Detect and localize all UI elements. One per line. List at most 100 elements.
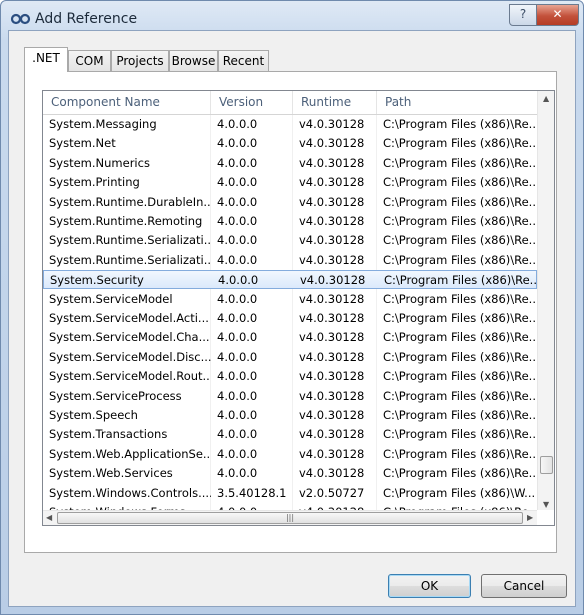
cell-path: C:\Program Files (x86)\Re... <box>383 252 537 267</box>
table-row[interactable]: System.Net 4.0.0.0 v4.0.30128 C:\Program Fi… <box>43 134 537 153</box>
tab-com[interactable]: COM <box>68 50 111 71</box>
cell-component-name: System.ServiceModel <box>49 291 173 306</box>
table-row[interactable]: System.ServiceModel.Acti... 4.0.0.0 v4.0.3… <box>43 309 537 328</box>
cell-runtime: v4.0.30128 <box>299 388 365 403</box>
cell-version: 4.0.0.0 <box>217 136 258 151</box>
cell-path: C:\Program Files (x86)\Re... <box>383 175 537 190</box>
cell-component-name: System.Runtime.Remoting <box>49 214 203 228</box>
horizontal-scrollbar[interactable]: ◀ ||| ▶ <box>43 510 537 525</box>
cell-component-name: System.Security <box>50 273 144 288</box>
scroll-down-arrow-icon[interactable]: ▼ <box>543 500 549 509</box>
ok-button[interactable]: OK <box>388 574 471 598</box>
table-row[interactable]: System.Web.Services 4.0.0.0 v4.0.30128 C:\P… <box>43 464 537 483</box>
cell-path: C:\Program Files (x86)\Re... <box>384 273 537 288</box>
help-button[interactable]: ? <box>509 4 537 26</box>
tab-browse[interactable]: Browse <box>169 50 218 71</box>
cell-runtime: v4.0.30128 <box>299 408 365 422</box>
close-button[interactable]: ✕ <box>536 4 579 26</box>
component-list[interactable]: Component Name Version Runtime Path Syst… <box>42 90 555 526</box>
tab-projects[interactable]: Projects <box>111 50 169 71</box>
cell-component-name: System.ServiceProcess <box>49 388 182 403</box>
cell-version: 4.0.0.0 <box>217 291 258 306</box>
scroll-left-arrow-icon[interactable]: ◀ <box>46 513 52 522</box>
scroll-right-arrow-icon[interactable]: ▶ <box>527 513 533 522</box>
cell-runtime: v4.0.30128 <box>300 273 366 288</box>
cell-version: 4.0.0.0 <box>217 369 258 384</box>
cell-version: 4.0.0.0 <box>217 155 258 170</box>
cell-path: C:\Program Files (x86)\Re... <box>383 291 537 306</box>
table-row[interactable]: System.Runtime.Serializati... 4.0.0.0 v4.0… <box>43 251 537 270</box>
cell-runtime: v4.0.30128 <box>299 117 365 131</box>
table-row[interactable]: System.Runtime.Remoting 4.0.0.0 v4.0.30128… <box>43 212 537 231</box>
cell-runtime: v4.0.30128 <box>299 369 365 384</box>
cell-runtime: v4.0.30128 <box>299 233 365 248</box>
table-row[interactable]: System.ServiceModel.Disc... 4.0.0.0 v4.0.3… <box>43 348 537 367</box>
cell-component-name: System.ServiceModel.Acti... <box>49 311 209 325</box>
cell-component-name: System.Web.Services <box>49 466 173 481</box>
cell-path: C:\Program Files (x86)\Re... <box>383 466 537 481</box>
reference-icon <box>10 13 31 25</box>
cell-path: C:\Program Files (x86)\Re... <box>383 117 537 131</box>
list-header: Component Name Version Runtime Path <box>43 91 537 115</box>
cell-path: C:\Program Files (x86)\Re... <box>383 136 537 151</box>
vertical-scroll-thumb[interactable] <box>540 456 553 474</box>
cancel-button[interactable]: Cancel <box>481 574 567 598</box>
vertical-scrollbar[interactable]: ▲ ▼ <box>537 91 554 510</box>
table-row[interactable]: System.ServiceModel.Rout... 4.0.0.0 v4.0.3… <box>43 367 537 386</box>
table-row[interactable]: System.Transactions 4.0.0.0 v4.0.30128 C:\P… <box>43 425 537 444</box>
cell-path: C:\Program Files (x86)\Re... <box>383 388 537 403</box>
cell-component-name: System.Speech <box>49 408 138 422</box>
cell-runtime: v2.0.50727 <box>299 485 365 500</box>
cell-runtime: v4.0.30128 <box>299 330 365 345</box>
table-row[interactable]: System.ServiceModel 4.0.0.0 v4.0.30128 C:\P… <box>43 290 537 309</box>
cell-component-name: System.Runtime.Serializati... <box>49 252 211 267</box>
table-row[interactable]: System.Security 4.0.0.0 v4.0.30128 C:\Progr… <box>43 270 537 290</box>
cell-component-name: System.Net <box>49 136 116 151</box>
cell-runtime: v4.0.30128 <box>299 349 365 364</box>
cell-component-name: System.Runtime.Serializati... <box>49 233 211 248</box>
table-row[interactable]: System.Runtime.DurableIn... 4.0.0.0 v4.0.3… <box>43 193 537 212</box>
cell-runtime: v4.0.30128 <box>299 291 365 306</box>
cell-path: C:\Program Files (x86)\Re... <box>383 214 537 228</box>
cell-runtime: v4.0.30128 <box>299 194 365 209</box>
cell-version: 4.0.0.0 <box>217 349 258 364</box>
table-row[interactable]: System.Numerics 4.0.0.0 v4.0.30128 C:\Progr… <box>43 154 537 173</box>
horizontal-scroll-thumb[interactable]: ||| <box>57 512 523 524</box>
cell-version: 4.0.0.0 <box>218 273 259 288</box>
table-row[interactable]: System.Messaging 4.0.0.0 v4.0.30128 C:\Prog… <box>43 115 537 134</box>
cell-path: C:\Program Files (x86)\Re... <box>383 446 537 461</box>
cell-runtime: v4.0.30128 <box>299 175 365 190</box>
table-row[interactable]: System.Web.ApplicationSe... 4.0.0.0 v4.0.3… <box>43 445 537 464</box>
cell-component-name: System.Numerics <box>49 155 150 170</box>
table-row[interactable]: System.Printing 4.0.0.0 v4.0.30128 C:\Progr… <box>43 173 537 192</box>
cell-runtime: v4.0.30128 <box>299 136 365 151</box>
column-header-runtime[interactable]: Runtime <box>293 91 377 114</box>
cell-component-name: System.Web.ApplicationSe... <box>49 446 211 461</box>
cell-component-name: System.Windows.Controls.... <box>49 485 211 500</box>
cell-version: 4.0.0.0 <box>217 214 258 228</box>
cell-runtime: v4.0.30128 <box>299 446 365 461</box>
scroll-up-arrow-icon[interactable]: ▲ <box>543 94 549 103</box>
table-row[interactable]: System.Windows.Controls.... 3.5.40128.1 v2… <box>43 484 537 503</box>
cell-version: 4.0.0.0 <box>217 427 258 442</box>
table-row[interactable]: System.Speech 4.0.0.0 v4.0.30128 C:\Program… <box>43 406 537 425</box>
dialog-title: Add Reference <box>35 11 138 27</box>
cell-component-name: System.ServiceModel.Cha... <box>49 330 210 345</box>
tab-recent[interactable]: Recent <box>218 50 269 71</box>
column-header-component-name[interactable]: Component Name <box>43 91 211 114</box>
table-row[interactable]: System.Runtime.Serializati... 4.0.0.0 v4.0… <box>43 231 537 250</box>
cell-runtime: v4.0.30128 <box>299 214 365 228</box>
tab-dotnet[interactable]: .NET <box>24 47 68 72</box>
cell-component-name: System.Printing <box>49 175 140 190</box>
column-header-path[interactable]: Path <box>377 91 537 114</box>
cell-version: 4.0.0.0 <box>217 466 258 481</box>
cell-runtime: v4.0.30128 <box>299 155 365 170</box>
cell-path: C:\Program Files (x86)\Re... <box>383 330 537 345</box>
column-header-version[interactable]: Version <box>211 91 293 114</box>
cell-version: 4.0.0.0 <box>217 388 258 403</box>
cell-path: C:\Program Files (x86)\W... <box>383 485 536 500</box>
cell-path: C:\Program Files (x86)\Re... <box>383 311 537 325</box>
table-row[interactable]: System.ServiceModel.Cha... 4.0.0.0 v4.0.30… <box>43 328 537 347</box>
cell-version: 3.5.40128.1 <box>217 485 287 500</box>
table-row[interactable]: System.ServiceProcess 4.0.0.0 v4.0.30128 C:… <box>43 387 537 406</box>
